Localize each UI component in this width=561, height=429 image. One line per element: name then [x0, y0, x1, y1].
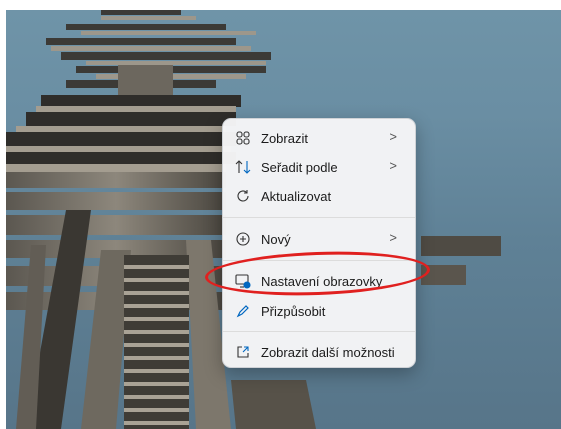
open-external-icon: [235, 344, 251, 360]
menu-item-label: Nový: [261, 231, 291, 247]
menu-separator: [223, 331, 415, 332]
menu-separator: [223, 217, 415, 218]
menu-item-label: Aktualizovat: [261, 188, 332, 204]
pen-icon: [235, 303, 251, 319]
refresh-icon: [235, 188, 251, 204]
desktop-context-menu: Zobrazit > Seřadit podle > Aktualizovat …: [222, 118, 416, 368]
menu-item-sort-by[interactable]: Seřadit podle >: [227, 154, 411, 180]
menu-item-show-more-options[interactable]: Zobrazit další možnosti: [227, 339, 411, 365]
menu-item-label: Zobrazit další možnosti: [261, 344, 395, 360]
menu-item-label: Přizpůsobit: [261, 303, 326, 319]
menu-item-personalize[interactable]: Přizpůsobit: [227, 298, 411, 324]
grid-view-icon: [235, 130, 251, 146]
menu-item-new[interactable]: Nový >: [227, 226, 411, 252]
menu-item-view[interactable]: Zobrazit >: [227, 125, 411, 151]
sort-arrows-icon: [235, 159, 251, 175]
chevron-right-icon: >: [389, 158, 397, 173]
add-circle-icon: [235, 231, 251, 247]
menu-item-refresh[interactable]: Aktualizovat: [227, 183, 411, 209]
chevron-right-icon: >: [389, 230, 397, 245]
menu-item-label: Seřadit podle: [261, 159, 338, 175]
chevron-right-icon: >: [389, 129, 397, 144]
menu-item-label: Zobrazit: [261, 130, 308, 146]
